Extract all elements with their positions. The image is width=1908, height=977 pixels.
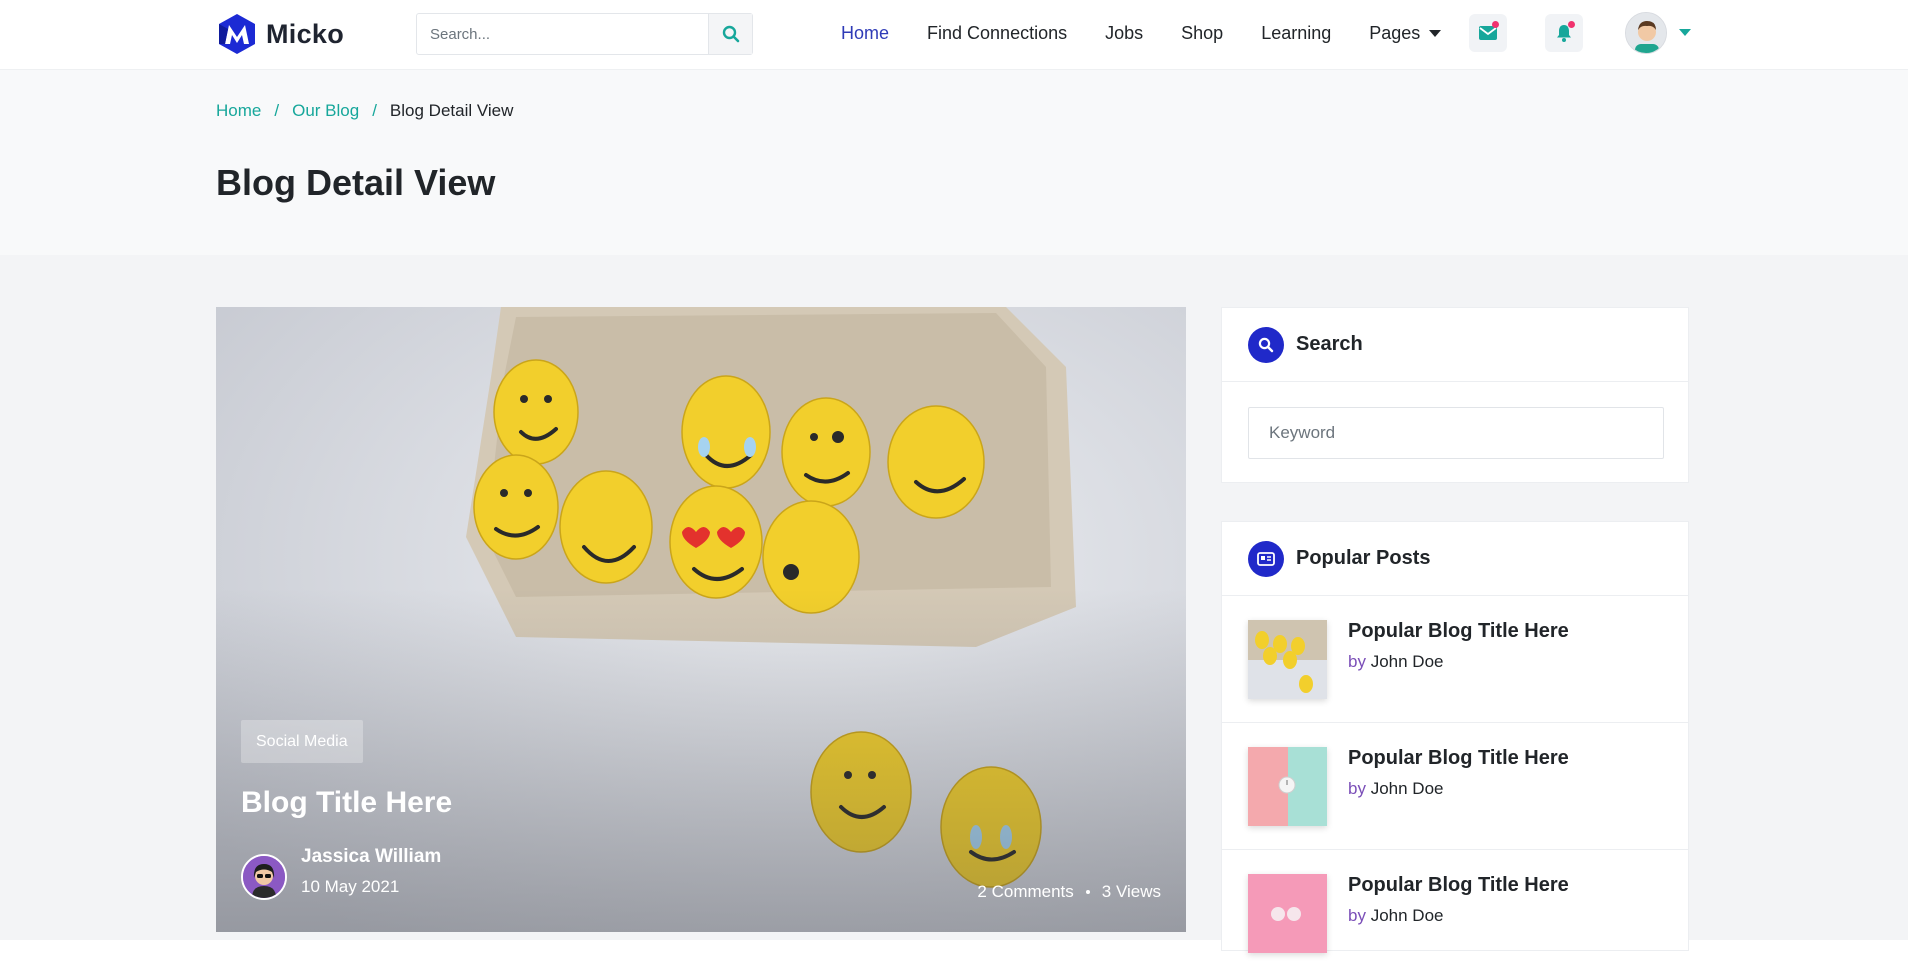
header-search-input[interactable] bbox=[417, 14, 708, 54]
search-icon bbox=[722, 25, 739, 43]
view-count: 3 Views bbox=[1101, 882, 1161, 901]
user-avatar-image bbox=[1626, 13, 1666, 53]
header-search-button[interactable] bbox=[708, 14, 752, 54]
keyword-input[interactable] bbox=[1248, 407, 1664, 459]
search-icon bbox=[1258, 337, 1274, 352]
nav-find-connections[interactable]: Find Connections bbox=[927, 23, 1067, 44]
popular-post-byline: by John Doe bbox=[1348, 779, 1443, 799]
brand-logo[interactable]: Micko bbox=[216, 12, 344, 56]
main-nav: Home Find Connections Jobs Shop Learning… bbox=[841, 0, 1479, 66]
search-widget: Search bbox=[1221, 307, 1689, 483]
popular-post-item[interactable]: Popular Blog Title Here by John Doe bbox=[1222, 596, 1688, 723]
popular-post-item[interactable]: Popular Blog Title Here by John Doe bbox=[1222, 850, 1688, 977]
newspaper-icon bbox=[1257, 551, 1275, 566]
messages-button[interactable] bbox=[1469, 14, 1507, 52]
user-menu-chevron-icon[interactable] bbox=[1679, 29, 1691, 36]
breadcrumb-separator: / bbox=[274, 101, 280, 120]
page-title: Blog Detail View bbox=[216, 162, 496, 203]
clock-thumbnail-image bbox=[1248, 747, 1327, 826]
popular-post-item[interactable]: Popular Blog Title Here by John Doe bbox=[1222, 723, 1688, 850]
nav-pages-label: Pages bbox=[1369, 22, 1421, 43]
nav-learning[interactable]: Learning bbox=[1261, 23, 1331, 44]
brand-name: Micko bbox=[266, 18, 345, 49]
popular-post-thumbnail[interactable] bbox=[1248, 747, 1327, 826]
popular-post-title[interactable]: Popular Blog Title Here bbox=[1348, 747, 1569, 770]
nav-pages-dropdown[interactable]: Pages bbox=[1369, 22, 1442, 44]
top-navbar: Micko Home Find Connections Jobs Shop Le… bbox=[0, 0, 1908, 70]
envelope-icon bbox=[1479, 26, 1497, 40]
nav-shop[interactable]: Shop bbox=[1181, 23, 1223, 44]
chevron-down-icon bbox=[1429, 29, 1442, 37]
post-stats: 2 Comments 3 Views bbox=[977, 882, 1161, 902]
notifications-button[interactable] bbox=[1545, 14, 1583, 52]
byline-prefix: by bbox=[1348, 652, 1366, 671]
micko-logo-icon bbox=[219, 14, 255, 54]
search-widget-icon bbox=[1248, 326, 1284, 363]
eggs-thumbnail-image bbox=[1248, 620, 1327, 699]
popular-post-thumbnail[interactable] bbox=[1248, 620, 1327, 699]
popular-post-author[interactable]: John Doe bbox=[1371, 779, 1444, 798]
search-widget-title: Search bbox=[1296, 333, 1363, 355]
header-search bbox=[416, 13, 753, 55]
popular-post-thumbnail[interactable] bbox=[1248, 874, 1327, 953]
blog-hero-card: Social Media Blog Title Here Jassica Wil… bbox=[216, 307, 1186, 932]
breadcrumb-current: Blog Detail View bbox=[389, 101, 514, 120]
search-widget-header: Search bbox=[1222, 308, 1688, 382]
byline-prefix: by bbox=[1348, 906, 1366, 925]
post-date: 10 May 2021 bbox=[301, 877, 400, 896]
author-name[interactable]: Jassica William bbox=[301, 846, 441, 868]
user-avatar[interactable] bbox=[1625, 12, 1667, 54]
unread-indicator bbox=[1492, 21, 1499, 28]
hero-gradient-overlay bbox=[216, 307, 1186, 932]
breadcrumb-home[interactable]: Home bbox=[216, 101, 261, 121]
byline-prefix: by bbox=[1348, 779, 1366, 798]
popular-post-author[interactable]: John Doe bbox=[1371, 906, 1444, 925]
pink-thumbnail-image bbox=[1248, 874, 1327, 953]
notification-indicator bbox=[1568, 21, 1575, 28]
comment-count[interactable]: 2 Comments bbox=[977, 882, 1073, 902]
popular-post-title[interactable]: Popular Blog Title Here bbox=[1348, 620, 1569, 643]
popular-post-title[interactable]: Popular Blog Title Here bbox=[1348, 874, 1569, 897]
author-avatar-image bbox=[243, 856, 285, 898]
author-avatar[interactable] bbox=[241, 854, 287, 900]
popular-post-byline: by John Doe bbox=[1348, 652, 1443, 672]
nav-jobs[interactable]: Jobs bbox=[1105, 23, 1143, 44]
popular-posts-widget: Popular Posts Popular Blog Title Here by… bbox=[1221, 521, 1689, 953]
breadcrumb-our-blog[interactable]: Our Blog bbox=[292, 101, 359, 121]
stats-separator bbox=[1085, 890, 1090, 894]
category-tag[interactable]: Social Media bbox=[241, 720, 363, 763]
popular-posts-title: Popular Posts bbox=[1296, 547, 1431, 569]
popular-post-byline: by John Doe bbox=[1348, 906, 1443, 926]
blog-title: Blog Title Here bbox=[241, 786, 453, 819]
nav-home[interactable]: Home bbox=[841, 23, 889, 44]
popular-posts-header: Popular Posts bbox=[1222, 522, 1688, 596]
popular-posts-icon bbox=[1248, 540, 1284, 577]
breadcrumb: Home / Our Blog / Blog Detail View bbox=[216, 101, 513, 121]
popular-post-author[interactable]: John Doe bbox=[1371, 652, 1444, 671]
breadcrumb-separator: / bbox=[372, 101, 377, 120]
